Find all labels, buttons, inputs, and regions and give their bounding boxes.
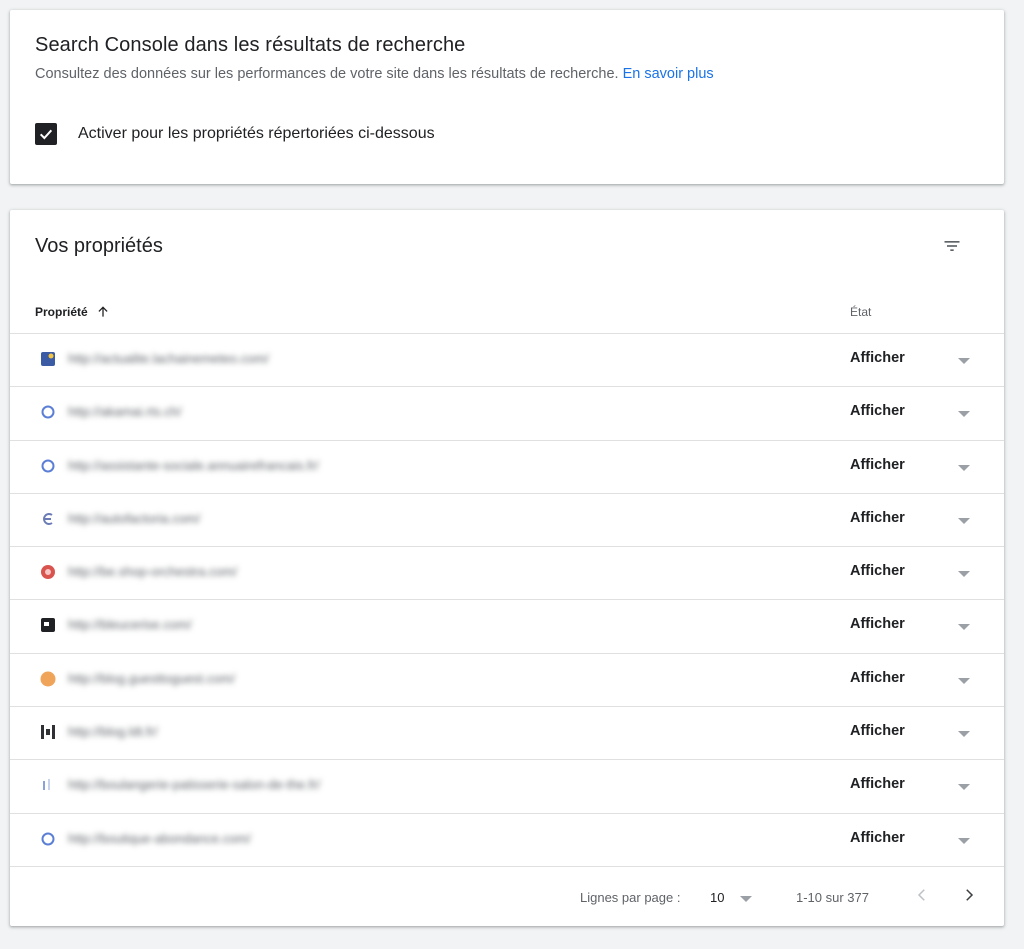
square-dark-icon: [40, 617, 56, 633]
bars-icon: [40, 777, 56, 793]
chevron-down-icon[interactable]: [958, 837, 970, 844]
check-icon: [39, 129, 53, 140]
chevron-down-icon[interactable]: [958, 677, 970, 684]
enable-checkbox-label[interactable]: Activer pour les propriétés répertoriées…: [78, 125, 435, 143]
state-select[interactable]: Afficher: [850, 616, 905, 632]
property-url[interactable]: http://boulangerie-patisserie-salon-de-t…: [68, 777, 320, 792]
globe-icon: [40, 458, 56, 474]
chevron-down-icon[interactable]: [958, 411, 970, 418]
enable-checkbox[interactable]: [35, 123, 57, 145]
state-select[interactable]: Afficher: [850, 776, 905, 792]
chevron-right-icon: [966, 889, 974, 901]
pagination-range: 1-10 sur 377: [796, 890, 869, 905]
serp-card-description-text: Consultez des données sur les performanc…: [35, 66, 619, 82]
column-header-state[interactable]: État: [850, 305, 871, 319]
serp-card-description: Consultez des données sur les performanc…: [35, 66, 714, 82]
globe-icon: [40, 831, 56, 847]
pagination-footer: Lignes par page : 10 1-10 sur 377: [10, 868, 1004, 924]
rows-per-page-caret-icon[interactable]: [740, 896, 752, 902]
table-row[interactable]: http://be.shop-orchestra.com/ Afficher: [10, 547, 1004, 601]
table-row[interactable]: http://boulangerie-patisserie-salon-de-t…: [10, 760, 1004, 814]
table-row[interactable]: http://boutique-abondance.com/ Afficher: [10, 814, 1004, 867]
globe-icon: [40, 404, 56, 420]
state-select[interactable]: Afficher: [850, 457, 905, 473]
sort-ascending-icon: [98, 306, 108, 317]
property-url[interactable]: http://autofactoria.com/: [68, 511, 200, 526]
table-header: Propriété État: [10, 290, 1004, 334]
chevron-down-icon[interactable]: [958, 358, 970, 364]
column-header-property[interactable]: Propriété: [35, 305, 110, 319]
table-row[interactable]: http://autofactoria.com/ Afficher: [10, 494, 1004, 548]
property-url[interactable]: http://akamai.rts.ch/: [68, 404, 181, 419]
state-select[interactable]: Afficher: [850, 350, 905, 366]
state-select[interactable]: Afficher: [850, 670, 905, 686]
table-row[interactable]: http://akamai.rts.ch/ Afficher: [10, 387, 1004, 441]
serp-card-title: Search Console dans les résultats de rec…: [35, 34, 466, 56]
learn-more-link[interactable]: En savoir plus: [623, 66, 714, 82]
table-row[interactable]: http://assistante-sociale.annuairefranca…: [10, 441, 1004, 494]
rows-per-page-select[interactable]: 10: [710, 890, 724, 905]
letter-e-icon: [40, 511, 56, 527]
property-url[interactable]: http://boutique-abondance.com/: [68, 831, 251, 846]
property-url[interactable]: http://be.shop-orchestra.com/: [68, 564, 237, 579]
property-url[interactable]: http://blog.guesttoguest.com/: [68, 671, 235, 686]
enable-checkbox-row[interactable]: Activer pour les propriétés répertoriées…: [35, 123, 435, 145]
table-row[interactable]: http://blog.ldt.fr/ Afficher: [10, 707, 1004, 761]
serp-settings-card: Search Console dans les résultats de rec…: [10, 10, 1004, 184]
chevron-down-icon[interactable]: [958, 464, 970, 471]
rows-per-page-label: Lignes par page :: [580, 890, 681, 905]
state-select[interactable]: Afficher: [850, 510, 905, 526]
property-url[interactable]: http://assistante-sociale.annuairefranca…: [68, 458, 319, 473]
properties-title: Vos propriétés: [35, 235, 163, 257]
chevron-down-icon[interactable]: [958, 517, 970, 524]
chevron-down-icon[interactable]: [958, 784, 970, 791]
property-url[interactable]: http://actualite.lachainemeteo.com/: [68, 351, 269, 366]
chevron-down-icon[interactable]: [958, 571, 970, 578]
state-select[interactable]: Afficher: [850, 830, 905, 846]
state-select[interactable]: Afficher: [850, 723, 905, 739]
orchestra-icon: [40, 564, 56, 580]
property-url[interactable]: http://blog.ldt.fr/: [68, 724, 158, 739]
state-select[interactable]: Afficher: [850, 403, 905, 419]
filter-icon: [944, 241, 960, 251]
state-select[interactable]: Afficher: [850, 563, 905, 579]
table-row[interactable]: http://bleucerise.com/ Afficher: [10, 600, 1004, 654]
filter-button[interactable]: [936, 230, 968, 262]
property-url[interactable]: http://bleucerise.com/: [68, 617, 192, 632]
circle-orange-icon: [40, 671, 56, 687]
column-header-property-label: Propriété: [35, 305, 88, 319]
weather-icon: [40, 351, 56, 367]
chevron-down-icon[interactable]: [958, 624, 970, 631]
chevron-down-icon[interactable]: [958, 731, 970, 738]
table-row[interactable]: http://blog.guesttoguest.com/ Afficher: [10, 654, 1004, 708]
next-page-button[interactable]: [960, 886, 978, 907]
chevron-left-icon: [917, 889, 925, 901]
bracket-icon: [40, 724, 56, 740]
properties-table-body: http://actualite.lachainemeteo.com/ Affi…: [10, 334, 1004, 867]
table-row[interactable]: http://actualite.lachainemeteo.com/ Affi…: [10, 334, 1004, 388]
previous-page-button[interactable]: [913, 886, 931, 907]
properties-card: Vos propriétés Propriété État http://act…: [10, 210, 1004, 926]
